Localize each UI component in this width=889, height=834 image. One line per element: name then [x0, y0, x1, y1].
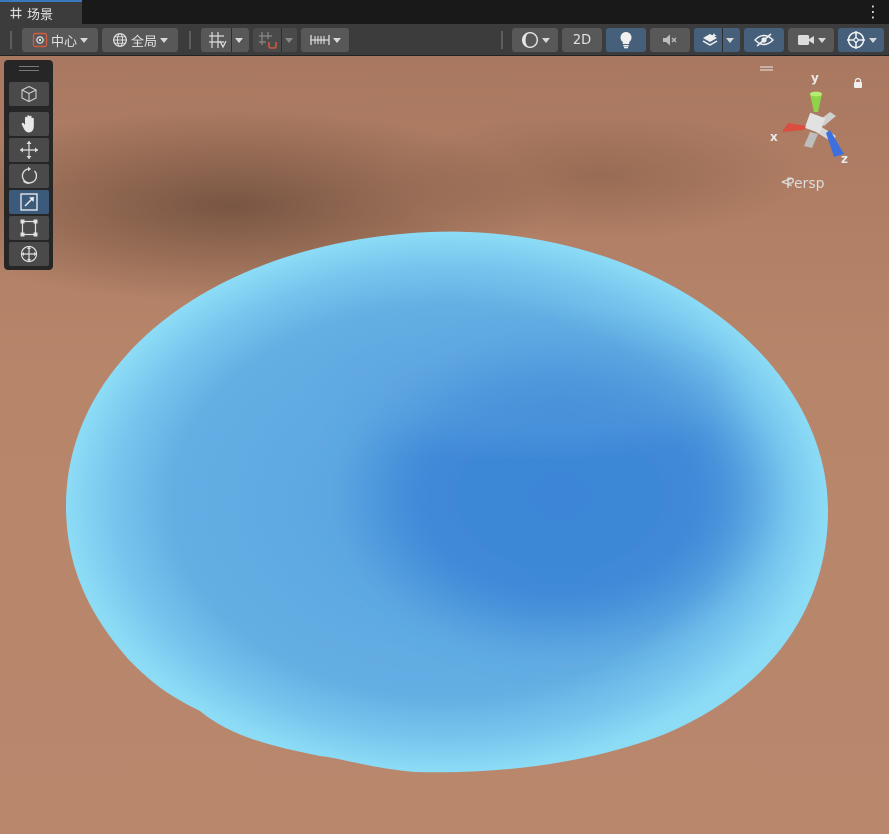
chevron-down-icon [817, 37, 826, 43]
projection-mode-label[interactable]: Persp [786, 176, 825, 192]
chevron-down-icon [160, 37, 168, 43]
water-surface-mesh[interactable] [0, 56, 889, 834]
tab-bar: 场景 ⋮ [0, 0, 889, 24]
gizmo-grip[interactable] [760, 66, 773, 71]
transform-tool-button[interactable] [9, 242, 49, 266]
chevron-down-icon [234, 37, 243, 43]
global-globe-icon [113, 33, 127, 47]
camera-icon [797, 35, 814, 45]
toggle-2d-label: 2D [572, 32, 592, 48]
split-divider [721, 28, 723, 52]
split-divider [280, 28, 282, 52]
increment-snap-dropdown[interactable] [253, 28, 297, 52]
rotate-tool-button[interactable] [9, 164, 49, 188]
grid-visibility-dropdown[interactable] [201, 28, 249, 52]
effects-dropdown[interactable] [694, 28, 740, 52]
pivot-rotation-dropdown[interactable]: 全局 [102, 28, 178, 52]
measure-dropdown[interactable] [301, 28, 349, 52]
rotate-icon [21, 166, 38, 184]
pivot-mode-label: 中心 [50, 34, 77, 50]
chevron-down-icon [868, 37, 877, 43]
draw-mode-icon [521, 31, 538, 49]
scene-viewport[interactable]: y x z [0, 56, 889, 834]
toggle-2d-button[interactable]: 2D [562, 28, 602, 52]
scene-toolbar: 中心 全局 2D [0, 24, 889, 56]
toolbar-grip [501, 31, 503, 49]
grid-snap-icon [208, 32, 227, 49]
transform-icon [20, 245, 38, 263]
grid-hash-icon [10, 7, 22, 19]
effects-layers-icon [702, 33, 717, 46]
lighting-toggle-button[interactable] [606, 28, 646, 52]
pivot-rotation-label: 全局 [130, 34, 157, 50]
chevron-down-icon [332, 37, 341, 43]
audio-mute-icon [663, 34, 677, 46]
move-arrows-icon [20, 141, 38, 159]
gizmos-dropdown[interactable] [838, 28, 884, 52]
pivot-center-icon [32, 32, 48, 48]
chevron-down-icon [725, 37, 734, 43]
more-options-kebab-icon[interactable]: ⋮ [865, 2, 881, 22]
tab-scene-label: 场景 [27, 7, 54, 23]
lock-icon[interactable] [854, 77, 862, 89]
chevron-down-icon [541, 37, 550, 43]
scene-visibility-icon [754, 33, 774, 47]
gizmo-y-label: y [811, 71, 819, 85]
water-highlight [330, 326, 730, 446]
tool-palette [4, 60, 53, 270]
rect-tool-button[interactable] [9, 216, 49, 240]
toolbar-grip [189, 31, 191, 49]
gizmo-z-label: z [841, 152, 848, 166]
ruler-icon [309, 35, 330, 45]
gizmos-icon [846, 31, 865, 49]
pivot-mode-dropdown[interactable]: 中心 [22, 28, 98, 52]
lighting-bulb-icon [620, 31, 632, 49]
cube-icon [21, 85, 37, 103]
palette-grip[interactable] [19, 66, 39, 71]
scene-visibility-toggle-button[interactable] [744, 28, 784, 52]
view-cube-button[interactable] [9, 82, 49, 106]
gizmo-x-axis[interactable] [782, 123, 806, 132]
chevron-down-icon [284, 37, 293, 43]
hand-tool-button[interactable] [9, 112, 49, 136]
chevron-down-icon [80, 37, 88, 43]
camera-settings-dropdown[interactable] [788, 28, 834, 52]
rect-transform-icon [20, 219, 38, 237]
split-divider [230, 28, 232, 52]
scale-tool-button[interactable] [9, 190, 49, 214]
scale-icon [20, 193, 38, 211]
audio-toggle-button[interactable] [650, 28, 690, 52]
move-tool-button[interactable] [9, 138, 49, 162]
tab-scene[interactable]: 场景 [0, 0, 82, 24]
hand-icon [21, 115, 34, 133]
increment-snap-icon [258, 32, 277, 49]
gizmo-y-axis[interactable] [810, 94, 822, 112]
draw-mode-dropdown[interactable] [512, 28, 558, 52]
toolbar-grip[interactable] [10, 31, 12, 49]
gizmo-x-label: x [770, 130, 778, 144]
